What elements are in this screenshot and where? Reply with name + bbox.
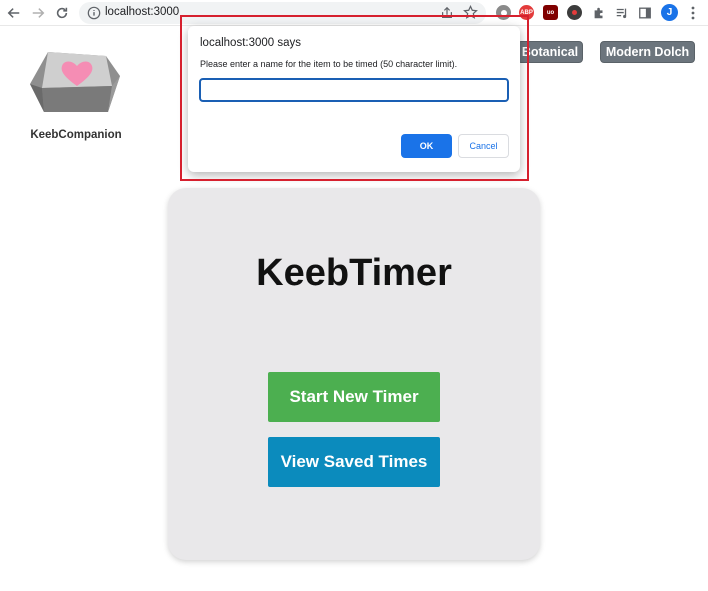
address-url[interactable]: localhost:3000 [105,6,179,18]
dialog-highlight-box [180,15,529,181]
more-menu-icon[interactable] [688,5,698,21]
theme-modern-dolch-button[interactable]: Modern Dolch [600,41,695,63]
reload-icon[interactable] [53,4,71,22]
extensions-puzzle-icon[interactable] [590,4,608,22]
view-saved-times-button[interactable]: View Saved Times [268,437,440,487]
site-logo[interactable]: KeebCompanion [24,46,128,146]
keycap-heart-icon [30,52,120,112]
side-panel-icon[interactable] [636,4,654,22]
page-title: KeebTimer [256,252,452,294]
media-control-icon[interactable] [613,4,631,22]
extension-dark-icon[interactable] [567,5,582,20]
start-new-timer-button[interactable]: Start New Timer [268,372,440,422]
site-info-icon[interactable] [87,6,101,20]
profile-avatar[interactable]: J [661,4,678,21]
ublock-icon[interactable]: uo [543,5,558,20]
forward-icon[interactable] [29,4,47,22]
brand-name: KeebCompanion [30,129,122,141]
back-icon[interactable] [5,4,23,22]
